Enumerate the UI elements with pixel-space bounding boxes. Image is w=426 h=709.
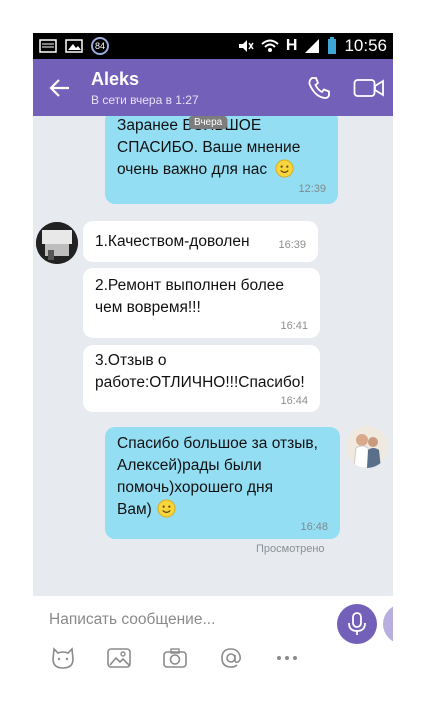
camera-icon[interactable]: [161, 646, 189, 670]
image-icon: [65, 39, 83, 53]
keyboard-icon: [39, 39, 57, 53]
seen-status: Просмотрено: [256, 543, 325, 555]
message-bubble-incoming[interactable]: 3.Отзыв о работе:ОТЛИЧНО!!!Спасибо! 16:4…: [83, 345, 320, 412]
battery-icon: [327, 37, 337, 55]
smile-emoji-icon: [157, 499, 176, 518]
avatar[interactable]: [36, 222, 78, 264]
date-divider: Вчера: [189, 116, 228, 129]
message-time: 12:39: [298, 183, 326, 195]
voice-message-button[interactable]: [337, 604, 377, 644]
message-text: 2.Ремонт выполнен более: [95, 277, 285, 294]
wifi-icon: [261, 39, 279, 53]
message-bubble-incoming[interactable]: 1.Качеством-доволен 16:39: [83, 221, 318, 262]
contact-name[interactable]: Aleks: [91, 69, 139, 90]
chat-area[interactable]: Заранее БОЛЬШОЕ СПАСИБО. Ваше мнение оче…: [33, 116, 393, 596]
notification-badge: 84: [91, 37, 109, 55]
status-bar: 84 H 10:56: [33, 33, 393, 59]
secondary-action-button[interactable]: [383, 604, 393, 644]
message-time: 16:44: [280, 395, 308, 407]
message-bubble-outgoing[interactable]: Заранее БОЛЬШОЕ СПАСИБО. Ваше мнение оче…: [105, 116, 338, 204]
mention-icon[interactable]: [217, 646, 245, 670]
gallery-icon[interactable]: [105, 646, 133, 670]
message-text: 1.Качеством-доволен: [95, 233, 250, 250]
phone-screen: 84 H 10:56 Aleks В сети вчера в 1:27 Зар…: [33, 33, 393, 677]
message-bubble-outgoing[interactable]: Спасибо большое за отзыв, Алексей)рады б…: [105, 427, 340, 539]
microphone-icon: [348, 612, 366, 635]
network-type: H: [285, 37, 298, 54]
smile-emoji-icon: [275, 159, 295, 178]
phone-call-icon[interactable]: [306, 75, 332, 101]
message-input[interactable]: Написать сообщение...: [49, 611, 215, 629]
back-arrow-icon[interactable]: [47, 75, 73, 101]
video-call-icon[interactable]: [353, 76, 385, 100]
clock: 10:56: [344, 36, 387, 55]
message-text: помочь)хорошего дня: [117, 479, 273, 496]
sticker-icon[interactable]: [49, 646, 77, 670]
more-icon[interactable]: [273, 646, 301, 670]
message-text: СПАСИБО. Ваше мнение: [117, 139, 301, 156]
last-seen-status: В сети вчера в 1:27: [91, 93, 199, 107]
message-text: Спасибо большое за отзыв,: [117, 435, 318, 452]
app-bar: Aleks В сети вчера в 1:27: [33, 59, 393, 116]
message-time: 16:48: [300, 521, 328, 533]
composer-toolbar: [49, 646, 301, 670]
message-composer: Написать сообщение...: [33, 596, 393, 677]
message-text: Алексей)рады были: [117, 457, 262, 474]
mute-icon: [238, 39, 254, 53]
message-bubble-incoming[interactable]: 2.Ремонт выполнен более чем вовремя!!! 1…: [83, 268, 320, 338]
avatar[interactable]: [346, 426, 388, 468]
signal-icon: [304, 38, 320, 54]
message-time: 16:41: [280, 320, 308, 332]
message-time: 16:39: [278, 239, 306, 251]
message-text: 3.Отзыв о: [95, 352, 167, 369]
message-text: Заранее БОЛЬШОЕ: [117, 117, 261, 134]
